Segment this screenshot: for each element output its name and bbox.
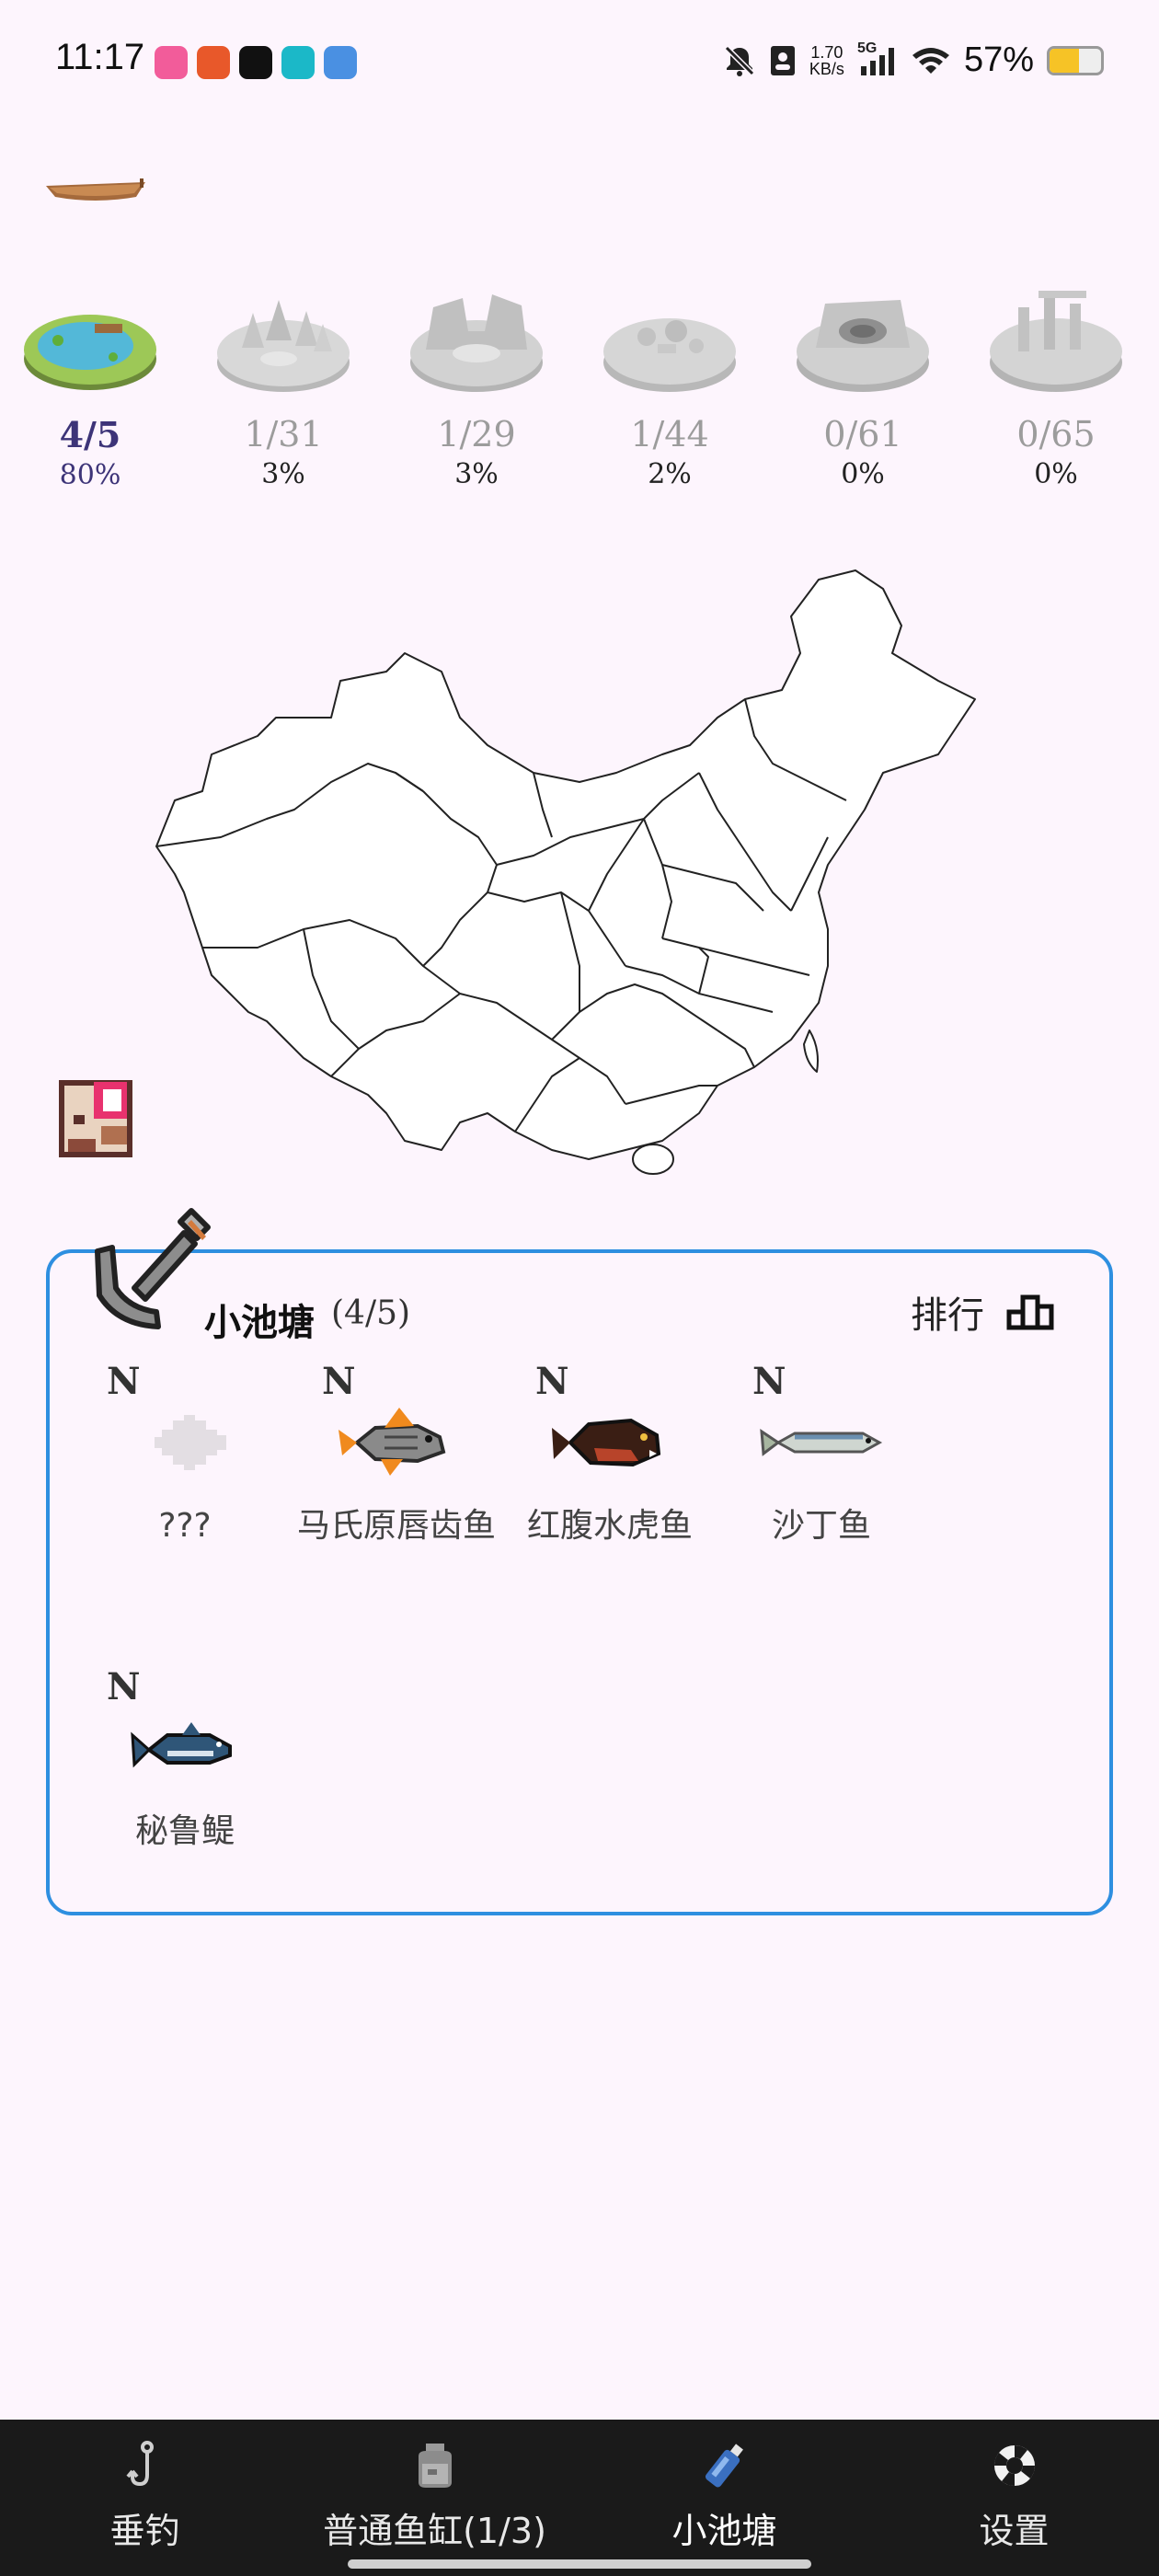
- pond-item-canyon[interactable]: 1/29 3%: [403, 267, 550, 490]
- nav-label: 小池塘: [671, 2511, 777, 2551]
- status-bar: 11:17 1.70 KB/s 5G 57%: [0, 0, 1159, 120]
- fisher-avatar-icon[interactable]: [53, 1075, 142, 1163]
- contact-card-icon: [770, 45, 795, 75]
- anchor-icon: [95, 1208, 211, 1329]
- unknown-fish-icon: [155, 1415, 226, 1470]
- status-time: 11:17: [55, 37, 145, 77]
- pond-item-ruins[interactable]: 0/65 0%: [982, 267, 1130, 490]
- pond-count: 0/65: [1016, 414, 1096, 454]
- network-speed: 1.70 KB/s: [809, 44, 844, 77]
- bilibili-icon: [155, 46, 188, 79]
- fish-name: 马氏原唇齿鱼: [296, 1507, 496, 1545]
- forest-island-icon: [217, 300, 350, 392]
- boat-icon[interactable]: [44, 177, 147, 204]
- fish-tank-icon: [418, 2444, 452, 2488]
- pond-percent: 80%: [59, 459, 121, 491]
- fish-name: 沙丁鱼: [771, 1507, 871, 1545]
- crater-island-icon: [797, 300, 929, 392]
- orange-fish-icon: [339, 1408, 446, 1476]
- battery-fill: [1050, 48, 1079, 73]
- card-title: 小池塘: [204, 1302, 315, 1344]
- card-count: (4/5): [331, 1294, 411, 1332]
- ranking-label: 排行: [911, 1294, 984, 1337]
- fish-name: 秘鲁鳀: [134, 1812, 235, 1850]
- ruins-island-icon: [990, 291, 1122, 392]
- pond-item-reef[interactable]: 1/44 2%: [596, 267, 743, 490]
- piranha-icon: [552, 1418, 661, 1467]
- pond-percent: 2%: [648, 458, 692, 490]
- pond-percent: 3%: [261, 458, 305, 490]
- status-indicators: 1.70 KB/s 5G 57%: [723, 40, 1104, 80]
- home-indicator[interactable]: [348, 2559, 811, 2569]
- pond-percent: 3%: [454, 458, 499, 490]
- nav-label: 普通鱼缸(1/3): [323, 2511, 546, 2551]
- pond-percent: 0%: [841, 458, 885, 490]
- pond-item-crater[interactable]: 0/61 0%: [789, 267, 936, 490]
- nav-small-pond[interactable]: 小池塘: [580, 2420, 869, 2576]
- pond-count: 1/31: [244, 414, 323, 454]
- pond-island-icon: [24, 315, 156, 390]
- podium-icon: [1006, 1294, 1054, 1330]
- anchovy-icon: [131, 1722, 232, 1768]
- ranking-button[interactable]: 排行: [911, 1286, 1054, 1338]
- speed-value: 1.70: [810, 42, 843, 62]
- pond-item-forest[interactable]: 1/31 3%: [210, 267, 357, 490]
- pond-item-small-pond[interactable]: 4/5 80%: [17, 267, 164, 491]
- nav-settings[interactable]: 设置: [869, 2420, 1159, 2576]
- nav-label: 垂钓: [109, 2511, 180, 2551]
- canyon-island-icon: [410, 294, 543, 392]
- speed-unit: KB/s: [809, 59, 844, 78]
- nav-fish-tank[interactable]: 普通鱼缸(1/3): [290, 2420, 580, 2576]
- tomato-icon: [197, 46, 230, 79]
- battery-icon: [1047, 45, 1104, 75]
- sardine-icon: [760, 1429, 883, 1456]
- bottle-icon: [705, 2444, 743, 2488]
- status-app-icons: [155, 46, 357, 79]
- photo-icon: [324, 46, 357, 79]
- fish-name: 红腹水虎鱼: [526, 1507, 693, 1545]
- china-map[interactable]: [147, 561, 1012, 1196]
- signal-icon: 5G: [857, 40, 898, 77]
- pond-count: 1/44: [630, 414, 709, 454]
- pond-percent: 0%: [1034, 458, 1078, 490]
- reef-island-icon: [603, 318, 736, 392]
- nav-label: 设置: [979, 2511, 1050, 2551]
- pond-count: 4/5: [59, 414, 121, 455]
- nav-fishing[interactable]: 垂钓: [0, 2420, 290, 2576]
- pond-count: 1/29: [437, 414, 516, 454]
- fishing-hook-icon: [125, 2441, 154, 2487]
- wifi-icon: [912, 47, 949, 74]
- bottom-navigation: 垂钓 普通鱼缸(1/3) 小池塘 设置: [0, 2420, 1159, 2576]
- fish-name: ???: [158, 1507, 212, 1545]
- pond-count: 0/61: [823, 414, 902, 454]
- fanqie-icon: [239, 46, 272, 79]
- lifebuoy-icon: [993, 2445, 1035, 2486]
- mute-bell-icon: [724, 45, 755, 76]
- battery-text: 57%: [963, 40, 1034, 79]
- pond-selector: 4/5 80% 1/31 3% 1/29 3% 1/44 2% 0/61 0% …: [17, 267, 1142, 506]
- music-icon: [281, 46, 315, 79]
